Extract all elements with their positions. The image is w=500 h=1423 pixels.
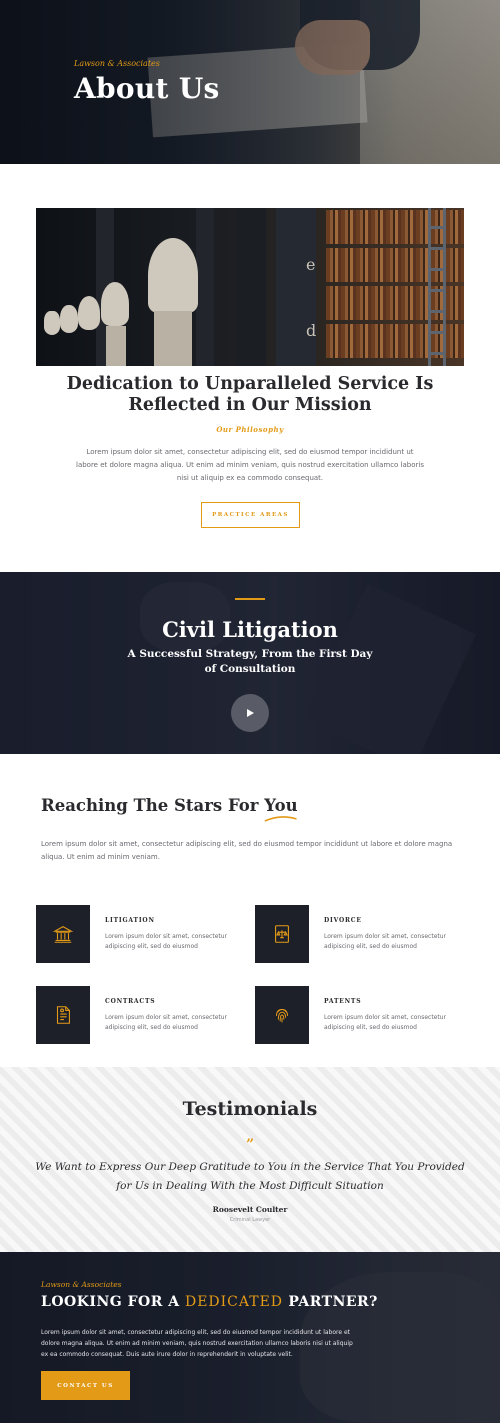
service-desc: Lorem ipsum dolor sit amet, consectetur …	[324, 933, 447, 950]
page-title: About Us	[74, 72, 220, 105]
column-letter: d	[306, 321, 317, 340]
cta-title: LOOKING FOR A DEDICATED PARTNER?	[41, 1294, 378, 1310]
stars-title-accent: You	[264, 796, 298, 822]
stars-title: Reaching The Stars For You	[41, 796, 298, 822]
service-icon-tile	[255, 986, 309, 1044]
civil-subtitle: A Successful Strategy, From the First Da…	[127, 648, 373, 675]
bust-statue	[78, 296, 100, 330]
service-name: LITIGATION	[105, 917, 155, 924]
accent-divider	[235, 598, 265, 600]
library-column	[276, 208, 316, 366]
cta-body: Lorem ipsum dolor sit amet, consectetur …	[41, 1329, 353, 1358]
bust-statue	[44, 311, 60, 335]
civil-title: Civil Litigation	[162, 617, 338, 642]
practice-areas-button[interactable]: PRACTICE AREAS	[201, 502, 300, 528]
bust-statue	[101, 282, 129, 326]
testimonials-section: Testimonials ” We Want to Express Our De…	[0, 1067, 500, 1252]
fingerprint-icon	[275, 1008, 289, 1023]
courthouse-icon	[52, 926, 74, 943]
mission-kicker: Our Philosophy	[216, 425, 284, 434]
testimonials-title: Testimonials	[182, 1098, 318, 1120]
mission-body: Lorem ipsum dolor sit amet, consectetur …	[76, 448, 424, 482]
cta-kicker: Lawson & Associates	[41, 1280, 122, 1289]
service-icon-tile	[36, 986, 90, 1044]
testimonial-author: Roosevelt Coulter	[212, 1205, 288, 1214]
bust-pedestal	[154, 311, 192, 366]
service-item-litigation[interactable]: LITIGATION Lorem ipsum dolor sit amet, c…	[36, 905, 246, 965]
service-item-contracts[interactable]: CONTRACTS Lorem ipsum dolor sit amet, co…	[36, 986, 246, 1046]
hero-kicker: Lawson & Associates	[74, 59, 160, 68]
stars-body: Lorem ipsum dolor sit amet, consectetur …	[41, 840, 453, 861]
bust-statue	[60, 305, 78, 333]
bust-pedestal	[106, 326, 126, 366]
legal-document-scales-icon	[275, 925, 289, 943]
cta-section: Lawson & Associates LOOKING FOR A DEDICA…	[0, 1252, 500, 1423]
bust-statue	[148, 238, 198, 313]
testimonial-quote: We Want to Express Our Deep Gratitude to…	[35, 1161, 465, 1192]
hero-banner: Lawson & Associates About Us	[0, 0, 500, 164]
library-ladder	[428, 208, 446, 366]
cta-title-end: PARTNER?	[283, 1294, 378, 1310]
testimonial-role: Criminal Lawyer	[229, 1217, 271, 1223]
service-desc: Lorem ipsum dolor sit amet, consectetur …	[324, 1014, 447, 1031]
library-column	[236, 208, 266, 366]
cta-title-start: LOOKING FOR A	[41, 1294, 185, 1310]
stars-title-accent-text: You	[264, 796, 298, 815]
service-name: CONTRACTS	[105, 998, 156, 1005]
service-icon-tile	[36, 905, 90, 963]
library-column	[196, 208, 214, 366]
column-letter: e	[306, 255, 316, 274]
play-icon	[247, 709, 254, 717]
library-image: e d	[36, 208, 464, 366]
service-item-patents[interactable]: PATENTS Lorem ipsum dolor sit amet, cons…	[255, 986, 465, 1046]
mission-title: Dedication to Unparalleled Service Is Re…	[66, 374, 434, 415]
contract-icon	[56, 1006, 70, 1024]
service-icon-tile	[255, 905, 309, 963]
contact-us-button[interactable]: CONTACT US	[41, 1371, 130, 1400]
swoosh-underline-icon	[264, 816, 297, 822]
quote-mark-icon: ”	[245, 1137, 255, 1153]
service-desc: Lorem ipsum dolor sit amet, consectetur …	[105, 1014, 228, 1031]
play-video-button[interactable]	[231, 694, 269, 732]
service-name: PATENTS	[324, 998, 362, 1005]
stars-title-start: Reaching The Stars For	[41, 796, 265, 815]
service-item-divorce[interactable]: DIVORCE Lorem ipsum dolor sit amet, cons…	[255, 905, 465, 965]
service-desc: Lorem ipsum dolor sit amet, consectetur …	[105, 933, 228, 950]
service-name: DIVORCE	[324, 917, 362, 924]
civil-litigation-section: Civil Litigation A Successful Strategy, …	[0, 572, 500, 754]
cta-title-accent: DEDICATED	[184, 1294, 284, 1310]
